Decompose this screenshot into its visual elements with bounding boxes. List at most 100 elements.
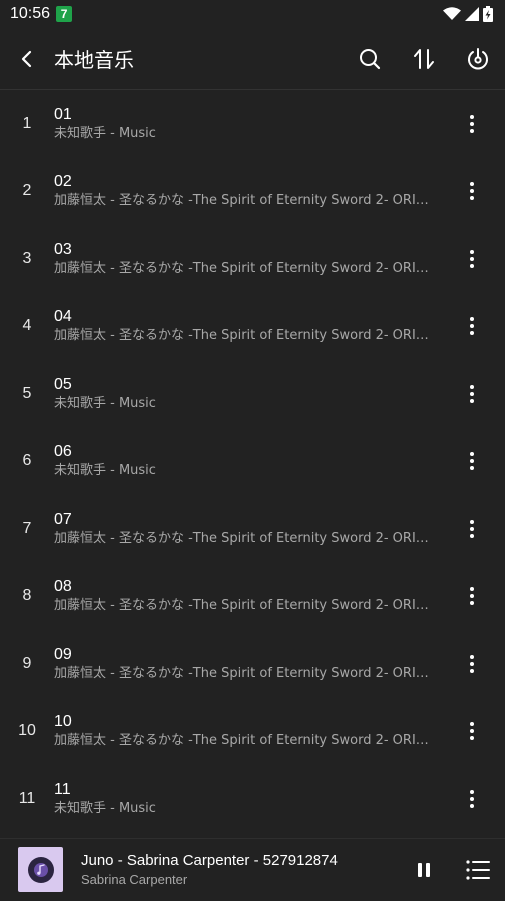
more-vert-icon [470,587,474,606]
track-subtitle: 加藤恒太 - 圣なるかな -The Spirit of Eternity Swo… [54,598,431,614]
track-index: 6 [22,452,32,470]
track-row[interactable]: 4 04 加藤恒太 - 圣なるかな -The Spirit of Eternit… [0,293,505,361]
search-button[interactable] [343,28,397,90]
album-cover[interactable] [18,847,63,892]
track-info: 03 加藤恒太 - 圣なるかな -The Spirit of Eternity … [54,240,439,278]
track-title: 03 [54,240,72,258]
more-vert-icon [470,182,474,201]
status-left: 10:56 7 [10,5,73,23]
track-row[interactable]: 2 02 加藤恒太 - 圣なるかな -The Spirit of Eternit… [0,158,505,226]
track-index: 1 [22,114,32,132]
page-title: 本地音乐 [54,48,134,72]
now-playing-info[interactable]: Juno - Sabrina Carpenter - 527912874 Sab… [81,851,397,889]
track-info: 06 未知歌手 - Music [54,442,439,480]
track-subtitle: 加藤恒太 - 圣なるかな -The Spirit of Eternity Swo… [54,530,431,546]
track-row[interactable]: 1 01 未知歌手 - Music [0,90,505,158]
more-vert-icon [470,519,474,538]
track-row[interactable]: 8 08 加藤恒太 - 圣なるかな -The Spirit of Eternit… [0,563,505,631]
pause-button[interactable] [397,839,451,901]
more-vert-icon [470,789,474,808]
more-vert-icon [470,384,474,403]
battery-icon [483,6,493,22]
more-vert-icon [470,722,474,741]
track-title: 04 [54,308,72,326]
track-info: 10 加藤恒太 - 圣なるかな -The Spirit of Eternity … [54,712,439,750]
track-row[interactable]: 10 10 加藤恒太 - 圣なるかな -The Spirit of Eterni… [0,698,505,766]
track-index: 5 [22,384,32,402]
track-info: 09 加藤恒太 - 圣なるかな -The Spirit of Eternity … [54,645,439,683]
more-options-button[interactable] [439,563,505,630]
track-info: 04 加藤恒太 - 圣なるかな -The Spirit of Eternity … [54,307,439,345]
track-list: 1 01 未知歌手 - Music 2 02 加藤恒太 - 圣なるかな -The… [0,90,505,833]
playlist-button[interactable] [451,839,505,901]
sort-icon [414,48,434,69]
back-arrow-icon [21,50,32,67]
track-row[interactable]: 5 05 未知歌手 - Music [0,360,505,428]
track-row[interactable]: 9 09 加藤恒太 - 圣なるかな -The Spirit of Eternit… [0,630,505,698]
more-vert-icon [470,654,474,673]
track-index: 4 [22,317,32,335]
track-info: 11 未知歌手 - Music [54,780,439,818]
more-vert-icon [470,317,474,336]
status-time: 10:56 [10,5,51,22]
track-subtitle: 未知歌手 - Music [54,800,156,816]
track-row[interactable]: 7 07 加藤恒太 - 圣なるかな -The Spirit of Eternit… [0,495,505,563]
track-title: 10 [54,713,72,731]
scan-icon [468,47,488,69]
mini-player[interactable]: Juno - Sabrina Carpenter - 527912874 Sab… [0,838,505,900]
more-options-button[interactable] [439,428,505,495]
track-title: 05 [54,375,72,393]
track-title: 01 [54,105,72,123]
more-options-button[interactable] [439,360,505,427]
track-subtitle: 未知歌手 - Music [54,395,156,411]
playlist-icon [466,859,490,880]
track-subtitle: 未知歌手 - Music [54,125,156,141]
app-bar: 本地音乐 [0,28,505,90]
track-title: 09 [54,645,72,663]
more-vert-icon [470,249,474,268]
status-bar: 10:56 7 [0,0,505,28]
track-info: 07 加藤恒太 - 圣なるかな -The Spirit of Eternity … [54,510,439,548]
more-options-button[interactable] [439,293,505,360]
back-button[interactable] [0,28,54,90]
track-subtitle: 加藤恒太 - 圣なるかな -The Spirit of Eternity Swo… [54,260,431,276]
more-options-button[interactable] [439,90,505,157]
wifi-icon [443,7,461,20]
music-disc-icon [27,856,54,883]
more-options-button[interactable] [439,225,505,292]
track-title: 07 [54,510,72,528]
track-subtitle: 加藤恒太 - 圣なるかな -The Spirit of Eternity Swo… [54,665,431,681]
sort-button[interactable] [397,28,451,90]
track-index: 8 [22,587,32,605]
now-playing-artist: Sabrina Carpenter [81,871,188,887]
signal-icon [465,7,479,21]
pause-icon [418,862,430,877]
more-vert-icon [470,452,474,471]
more-options-button[interactable] [439,630,505,697]
more-options-button[interactable] [439,158,505,225]
track-index: 10 [18,722,36,740]
more-options-button[interactable] [439,765,505,832]
track-index: 2 [22,182,32,200]
track-info: 02 加藤恒太 - 圣なるかな -The Spirit of Eternity … [54,172,439,210]
track-index: 11 [18,789,36,807]
more-options-button[interactable] [439,495,505,562]
notification-badge: 7 [56,6,73,22]
scan-button[interactable] [451,28,505,90]
track-subtitle: 加藤恒太 - 圣なるかな -The Spirit of Eternity Swo… [54,328,431,344]
track-title: 11 [54,780,71,798]
track-title: 02 [54,173,72,191]
search-icon [360,48,381,69]
status-right [443,6,493,22]
track-info: 01 未知歌手 - Music [54,105,439,143]
track-index: 7 [22,519,32,537]
track-row[interactable]: 11 11 未知歌手 - Music [0,765,505,833]
more-options-button[interactable] [439,698,505,765]
track-row[interactable]: 3 03 加藤恒太 - 圣なるかな -The Spirit of Eternit… [0,225,505,293]
track-title: 08 [54,578,72,596]
track-info: 08 加藤恒太 - 圣なるかな -The Spirit of Eternity … [54,577,439,615]
track-title: 06 [54,443,72,461]
track-subtitle: 加藤恒太 - 圣なるかな -The Spirit of Eternity Swo… [54,733,431,749]
track-row[interactable]: 6 06 未知歌手 - Music [0,428,505,496]
track-info: 05 未知歌手 - Music [54,375,439,413]
